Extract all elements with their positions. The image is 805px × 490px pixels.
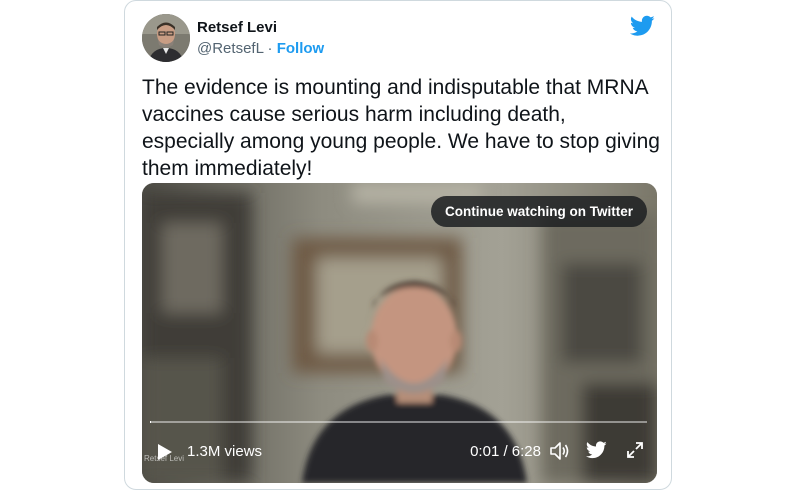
handle[interactable]: @RetsefL: [197, 40, 263, 57]
follow-link[interactable]: Follow: [277, 40, 325, 57]
video-controls: 1.3M views 0:01 / 6:28: [142, 433, 657, 473]
avatar-image: [142, 14, 190, 62]
twitter-bird-icon[interactable]: [630, 15, 655, 37]
video-watermark: Retsef Levi: [144, 454, 185, 463]
video-time: 0:01 / 6:28: [470, 443, 541, 460]
progress-bar[interactable]: [150, 421, 647, 423]
progress-fill: [150, 421, 152, 423]
continue-watching-button[interactable]: Continue watching on Twitter: [431, 196, 647, 227]
tweet-card: Retsef Levi @RetsefL · Follow The eviden…: [124, 0, 672, 490]
tweet-text: The evidence is mounting and indisputabl…: [142, 76, 660, 180]
expand-icon[interactable]: [626, 441, 644, 459]
volume-icon[interactable]: [549, 440, 571, 462]
avatar[interactable]: [142, 14, 190, 62]
share-twitter-icon[interactable]: [586, 441, 607, 459]
display-name[interactable]: Retsef Levi: [197, 19, 277, 36]
separator: ·: [267, 40, 273, 57]
video-player[interactable]: Continue watching on Twitter 1.3M views …: [142, 183, 657, 483]
handle-line: @RetsefL · Follow: [197, 40, 324, 57]
views-count: 1.3M views: [187, 443, 263, 460]
